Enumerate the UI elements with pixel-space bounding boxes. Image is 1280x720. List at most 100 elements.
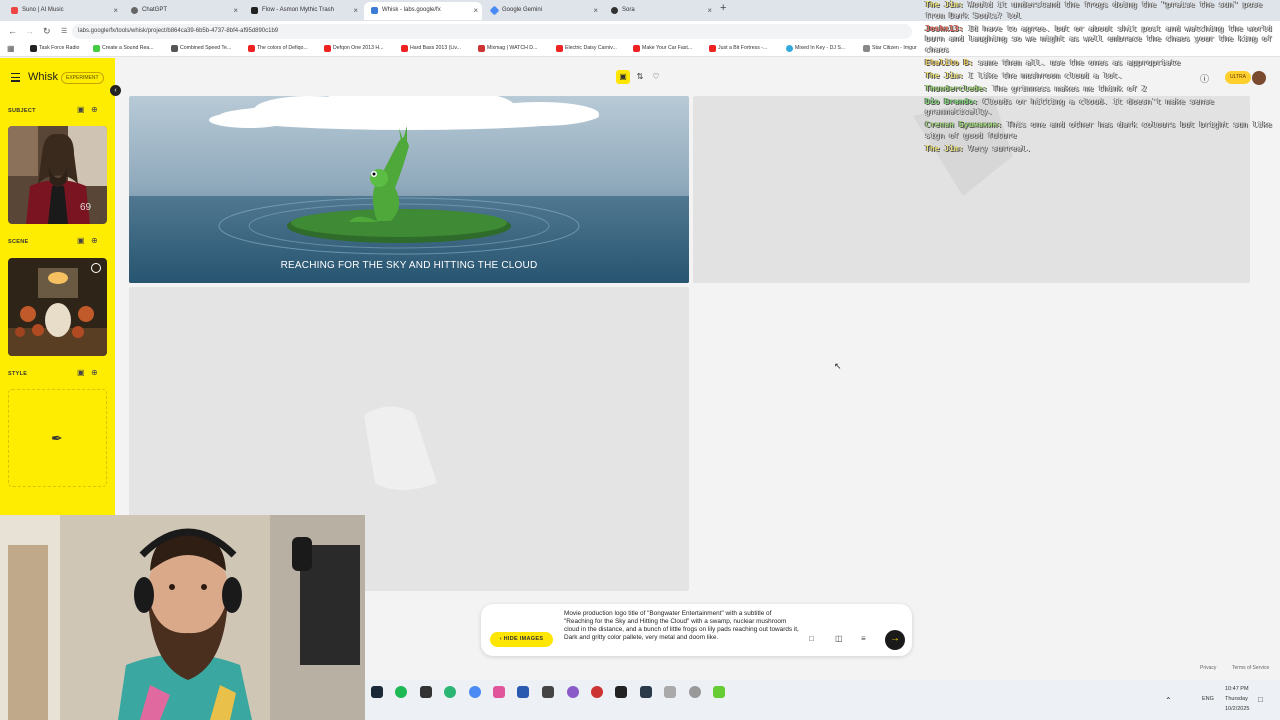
chat-username: Степан Бушмакин: — [925, 120, 1003, 130]
stream-chat-overlay: The Jim: Would it understand the frogs d… — [925, 0, 1280, 157]
svg-text:69: 69 — [80, 202, 92, 213]
app-icon[interactable] — [713, 686, 725, 698]
app-icon[interactable] — [420, 686, 432, 698]
tab-sora[interactable]: Sora × — [604, 2, 716, 20]
subject-photo: 69 — [8, 126, 107, 224]
close-icon[interactable]: × — [353, 2, 358, 19]
bookmark[interactable]: Defqon One 2013 H... — [324, 45, 384, 52]
hide-images-label: HIDE IMAGES — [503, 636, 544, 642]
app-icon[interactable] — [591, 686, 603, 698]
bookmark[interactable]: Hard Bass 2013 (Liv... — [401, 45, 461, 52]
bookmark[interactable]: Task Force Radio — [30, 45, 79, 52]
spotify-icon[interactable] — [395, 686, 407, 698]
generated-image[interactable]: REACHING FOR THE SKY AND HITTING THE CLO… — [129, 96, 689, 283]
upload-icon[interactable]: ▣ — [77, 105, 91, 114]
bookmark-label: Create a Sound Rea... — [102, 45, 154, 51]
scene-photo — [8, 258, 107, 356]
add-icon[interactable]: ⊕ — [91, 105, 105, 114]
image-upload-icon[interactable]: □ — [809, 634, 814, 643]
apps-grid-icon[interactable]: ▦ — [7, 44, 15, 53]
back-icon[interactable]: ← — [8, 26, 17, 36]
close-icon[interactable]: × — [707, 2, 712, 19]
notification-icon[interactable]: □ — [1258, 695, 1263, 704]
chat-message: Etalito B: same them all. use the ones a… — [925, 58, 1280, 69]
forward-icon[interactable]: → — [25, 26, 34, 36]
app-icon[interactable] — [517, 686, 529, 698]
select-circle-icon[interactable] — [91, 263, 101, 273]
clock-day: Thursday — [1225, 696, 1248, 702]
tab-label: ChatGPT — [142, 7, 168, 13]
favorite-icon[interactable]: ♡ — [649, 70, 663, 84]
close-icon[interactable]: × — [113, 2, 118, 19]
remix-icon[interactable]: ⇅ — [633, 70, 647, 84]
steam-icon[interactable] — [371, 686, 383, 698]
bookmark[interactable]: The colors of Defiqo... — [248, 45, 308, 52]
bookmark[interactable]: Create a Sound Rea... — [93, 45, 154, 52]
reload-icon[interactable]: ↻ — [43, 26, 51, 37]
tray-chevron-icon[interactable]: ⌃ — [1165, 696, 1172, 705]
close-icon[interactable]: × — [593, 2, 598, 19]
submit-button[interactable]: → — [885, 630, 905, 650]
app-icon[interactable] — [615, 686, 627, 698]
edge-icon[interactable] — [444, 686, 456, 698]
app-icon[interactable] — [469, 686, 481, 698]
language-indicator[interactable]: ENG — [1202, 696, 1214, 702]
add-icon[interactable]: ⊕ — [91, 368, 105, 377]
app-icon[interactable] — [493, 686, 505, 698]
settings-sliders-icon[interactable]: ≡ — [861, 634, 866, 643]
tab-whisk[interactable]: Whisk - labs.google/fx × — [364, 2, 482, 20]
chat-username: Thunderclede: — [925, 83, 988, 93]
upload-icon[interactable]: ▣ — [77, 236, 91, 245]
tab-flow[interactable]: Flow - Asmon Mythic Trash × — [244, 2, 362, 20]
scene-image[interactable] — [8, 258, 107, 356]
add-icon[interactable]: ⊕ — [91, 236, 105, 245]
flow-icon — [251, 7, 258, 14]
tab-suno[interactable]: Suno | AI Music × — [4, 2, 122, 20]
chrome-icon[interactable] — [567, 686, 579, 698]
subject-actions: ▣ ⊕ — [77, 105, 105, 114]
suno-icon — [11, 7, 18, 14]
clock-time: 10:47 PM — [1225, 686, 1249, 692]
url-bar[interactable]: labs.google/fx/tools/whisk/project/b864c… — [72, 24, 912, 39]
terms-link[interactable]: Terms of Service — [1232, 665, 1269, 671]
bookmark[interactable]: Just a Bit Fortress -... — [709, 45, 767, 52]
bookmark-label: Defqon One 2013 H... — [333, 45, 384, 51]
bookmark-icon — [786, 45, 793, 52]
streamer-video — [0, 515, 365, 720]
close-icon[interactable]: × — [473, 2, 478, 19]
scene-actions: ▣ ⊕ — [77, 236, 105, 245]
app-icon[interactable] — [640, 686, 652, 698]
bookmark[interactable]: Mixed In Key - DJ S... — [786, 45, 845, 52]
app-icon[interactable] — [664, 686, 676, 698]
gallery-icon[interactable]: ▣ — [616, 70, 630, 84]
collapse-sidebar-icon[interactable]: ‹ — [110, 85, 121, 96]
settings-icon[interactable] — [689, 686, 701, 698]
prompt-input[interactable]: Movie production logo title of "Bongwate… — [564, 610, 799, 642]
new-tab-button[interactable]: + — [720, 2, 726, 14]
aspect-ratio-icon[interactable]: ◫ — [835, 634, 843, 643]
bookmark[interactable]: Make Your Car Fast... — [633, 45, 692, 52]
style-dropzone[interactable]: ✒ — [8, 389, 107, 487]
clock-date: 10/2/2025 — [1225, 706, 1250, 712]
bookmark[interactable]: Star Citizen - Imgur — [863, 45, 917, 52]
bookmark[interactable]: Mixmag | WATCH D... — [478, 45, 537, 52]
bookmark[interactable]: Combined Speed Te... — [171, 45, 231, 52]
style-actions: ▣ ⊕ — [77, 368, 105, 377]
tab-chatgpt[interactable]: ChatGPT × — [124, 2, 242, 20]
bookmark-label: Electric Daisy Carniv... — [565, 45, 617, 51]
bookmark[interactable]: Electric Daisy Carniv... — [556, 45, 617, 52]
chat-text: Id have to agree. but or about shit post… — [925, 23, 1272, 54]
upload-icon[interactable]: ▣ — [77, 368, 91, 377]
subject-image[interactable]: 69 — [8, 126, 107, 224]
tab-gemini[interactable]: Google Gemini × — [484, 2, 602, 20]
scene-heading: SCENE — [8, 239, 29, 245]
close-icon[interactable]: × — [233, 2, 238, 19]
app-icon[interactable] — [542, 686, 554, 698]
menu-icon[interactable] — [11, 73, 20, 84]
site-info-icon[interactable]: ☰ — [61, 27, 67, 35]
hide-images-button[interactable]: ‹ HIDE IMAGES — [490, 632, 553, 647]
privacy-link[interactable]: Privacy — [1200, 665, 1216, 671]
youtube-icon — [556, 45, 563, 52]
youtube-icon — [633, 45, 640, 52]
mouse-cursor: ↖ — [834, 361, 842, 371]
